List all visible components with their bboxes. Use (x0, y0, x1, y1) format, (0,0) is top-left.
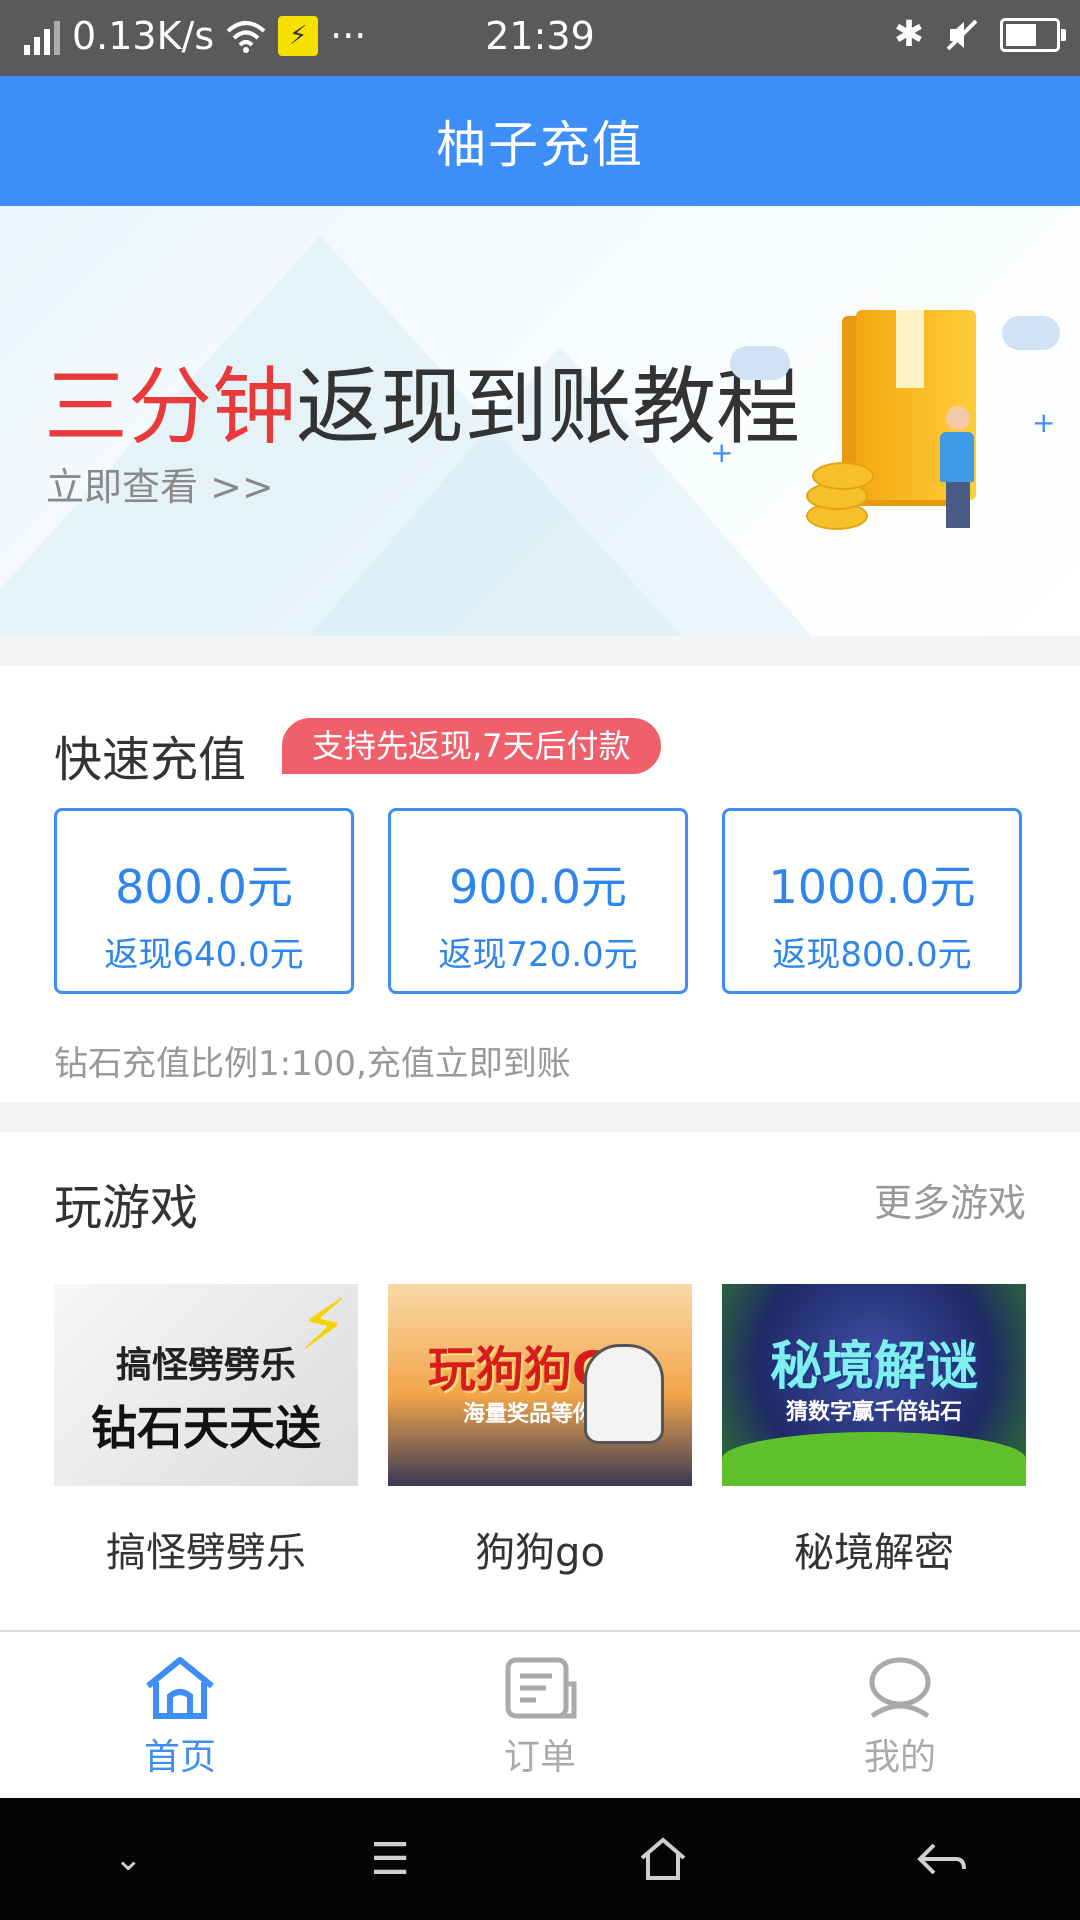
dog-illustration (584, 1344, 664, 1444)
game-name: 狗狗go (475, 1530, 605, 1576)
cashback-amount: 返现720.0元 (438, 935, 638, 975)
game-item[interactable]: 秘境解谜 猜数字赢千倍钻石 秘境解密 (722, 1284, 1026, 1578)
lightning-icon: ⚡ (298, 1284, 348, 1366)
recharge-amount: 1000.0元 (768, 860, 976, 914)
tab-profile-label: 我的 (863, 1737, 936, 1778)
game-thumbnail-subtitle: 猜数字赢千倍钻石 (785, 1400, 962, 1425)
promo-badge: 支持先返现,7天后付款 (282, 718, 661, 774)
recharge-option-900[interactable]: 900.0元 返现720.0元 (388, 808, 688, 994)
game-thumbnail-title: 秘境解谜 (769, 1337, 978, 1397)
leaves-illustration (722, 1432, 1026, 1486)
game-thumbnail[interactable]: 搞怪劈劈乐 钻石天天送 ⚡ (54, 1284, 358, 1486)
back-icon[interactable] (916, 1839, 966, 1879)
section-divider (0, 636, 1080, 666)
sparkle-icon: + (710, 436, 734, 469)
chevron-down-icon[interactable]: ⌄ (114, 1839, 143, 1879)
game-thumbnail[interactable]: 玩狗狗GO 海量奖品等你拿 (388, 1284, 692, 1486)
page-title: 柚子充值 (0, 76, 1080, 206)
game-thumbnail[interactable]: 秘境解谜 猜数字赢千倍钻石 (722, 1284, 1026, 1486)
cashback-amount: 返现800.0元 (772, 935, 972, 975)
more-games-link[interactable]: 更多游戏 (874, 1172, 1026, 1227)
cashback-amount: 返现640.0元 (104, 935, 304, 975)
person-illustration (940, 406, 976, 528)
cloud-icon (730, 346, 790, 380)
banner-title-highlight: 三分钟 (44, 358, 297, 456)
system-nav-bar: ⌄ ☰ (0, 1798, 1080, 1920)
recharge-amount: 900.0元 (449, 860, 627, 914)
status-bar: 0.13K/s ⚡ ··· 21:39 ✱ (0, 0, 1080, 76)
game-item[interactable]: 搞怪劈劈乐 钻石天天送 ⚡ 搞怪劈劈乐 (54, 1284, 358, 1578)
home-icon (146, 1657, 214, 1719)
order-icon (505, 1657, 577, 1719)
sparkle-icon: + (1032, 406, 1056, 439)
recharge-option-800[interactable]: 800.0元 返现640.0元 (54, 808, 354, 994)
games-title: 玩游戏 (54, 1180, 199, 1236)
coin-illustration (812, 462, 874, 490)
bottom-tab-bar: 首页 订单 我的 (0, 1630, 1080, 1800)
user-icon (869, 1657, 931, 1719)
recharge-option-1000[interactable]: 1000.0元 返现800.0元 (722, 808, 1022, 994)
game-thumbnail-subtitle: 钻石天天送 (91, 1401, 321, 1455)
tab-orders[interactable]: 订单 (360, 1632, 720, 1800)
tab-profile[interactable]: 我的 (720, 1632, 1080, 1800)
home-nav-icon[interactable] (638, 1836, 688, 1882)
tab-home[interactable]: 首页 (0, 1632, 360, 1800)
cloud-icon (1002, 316, 1060, 350)
quick-recharge-title: 快速充值 (54, 732, 247, 788)
tutorial-banner[interactable]: 三分钟返现到账教程 立即查看 >> + + (0, 206, 1080, 636)
menu-icon[interactable]: ☰ (371, 1834, 410, 1885)
game-item[interactable]: 玩狗狗GO 海量奖品等你拿 狗狗go (388, 1284, 692, 1578)
game-name: 秘境解密 (794, 1530, 954, 1576)
game-name: 搞怪劈劈乐 (106, 1530, 306, 1576)
banner-view-link[interactable]: 立即查看 >> (46, 456, 274, 511)
banner-title: 三分钟返现到账教程 (44, 340, 800, 461)
recharge-amount: 800.0元 (115, 860, 293, 914)
section-divider (0, 1102, 1080, 1132)
recharge-note: 钻石充值比例1:100,充值立即到账 (54, 1044, 571, 1084)
tab-home-label: 首页 (143, 1737, 216, 1778)
battery-icon (1000, 17, 1066, 52)
tab-orders-label: 订单 (503, 1737, 576, 1778)
bluetooth-icon: ✱ (893, 14, 924, 55)
mute-icon (946, 19, 978, 50)
